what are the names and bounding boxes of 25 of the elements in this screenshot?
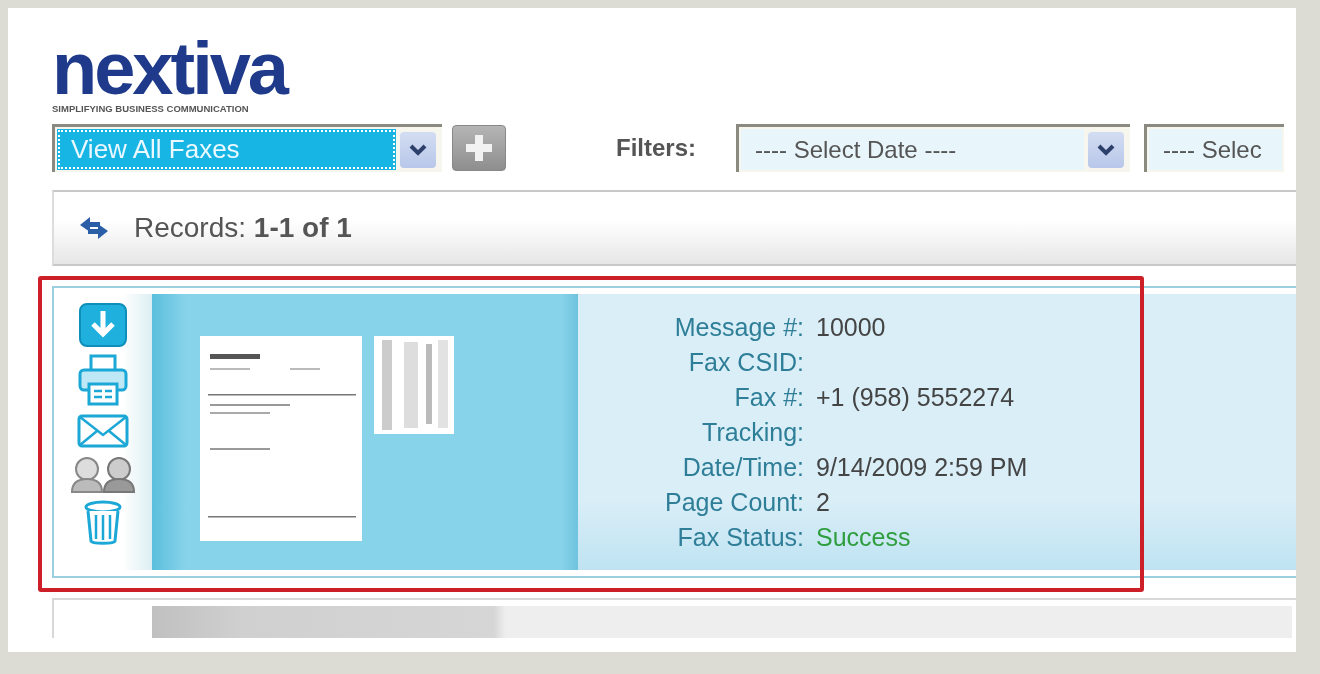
field-label: Page Count: [664, 487, 804, 519]
add-button[interactable] [452, 125, 506, 172]
records-count: Records: 1-1 of 1 [134, 211, 352, 246]
people-icon[interactable] [70, 454, 136, 495]
field-value: 9/14/2009 2:59 PM [816, 452, 1029, 484]
envelope-icon[interactable] [77, 414, 129, 449]
status-value: Success [816, 522, 912, 554]
trash-icon[interactable] [83, 500, 123, 547]
date-select[interactable]: ---- Select Date ---- [736, 124, 1130, 173]
download-icon[interactable] [78, 302, 128, 349]
filters-label: Filters: [616, 133, 696, 164]
plus-icon [464, 133, 494, 164]
logo-wordmark: nextiva [52, 38, 288, 100]
field-value: 2 [816, 487, 831, 519]
field-label: Fax Status: [676, 522, 804, 554]
field-label: Fax CSID: [687, 347, 804, 379]
field-value: 10000 [816, 312, 887, 344]
filter-select[interactable]: ---- Selec [1144, 124, 1284, 173]
field-label: Fax #: [733, 382, 804, 414]
printer-icon[interactable] [77, 354, 129, 409]
field-value: +1 (958) 5552274 [816, 382, 1016, 414]
field-label: Tracking: [701, 417, 804, 449]
logo-tagline: SIMPLIFYING BUSINESS COMMUNICATION [52, 102, 250, 116]
field-label: Date/Time: [681, 452, 804, 484]
field-label: Message #: [673, 312, 804, 344]
